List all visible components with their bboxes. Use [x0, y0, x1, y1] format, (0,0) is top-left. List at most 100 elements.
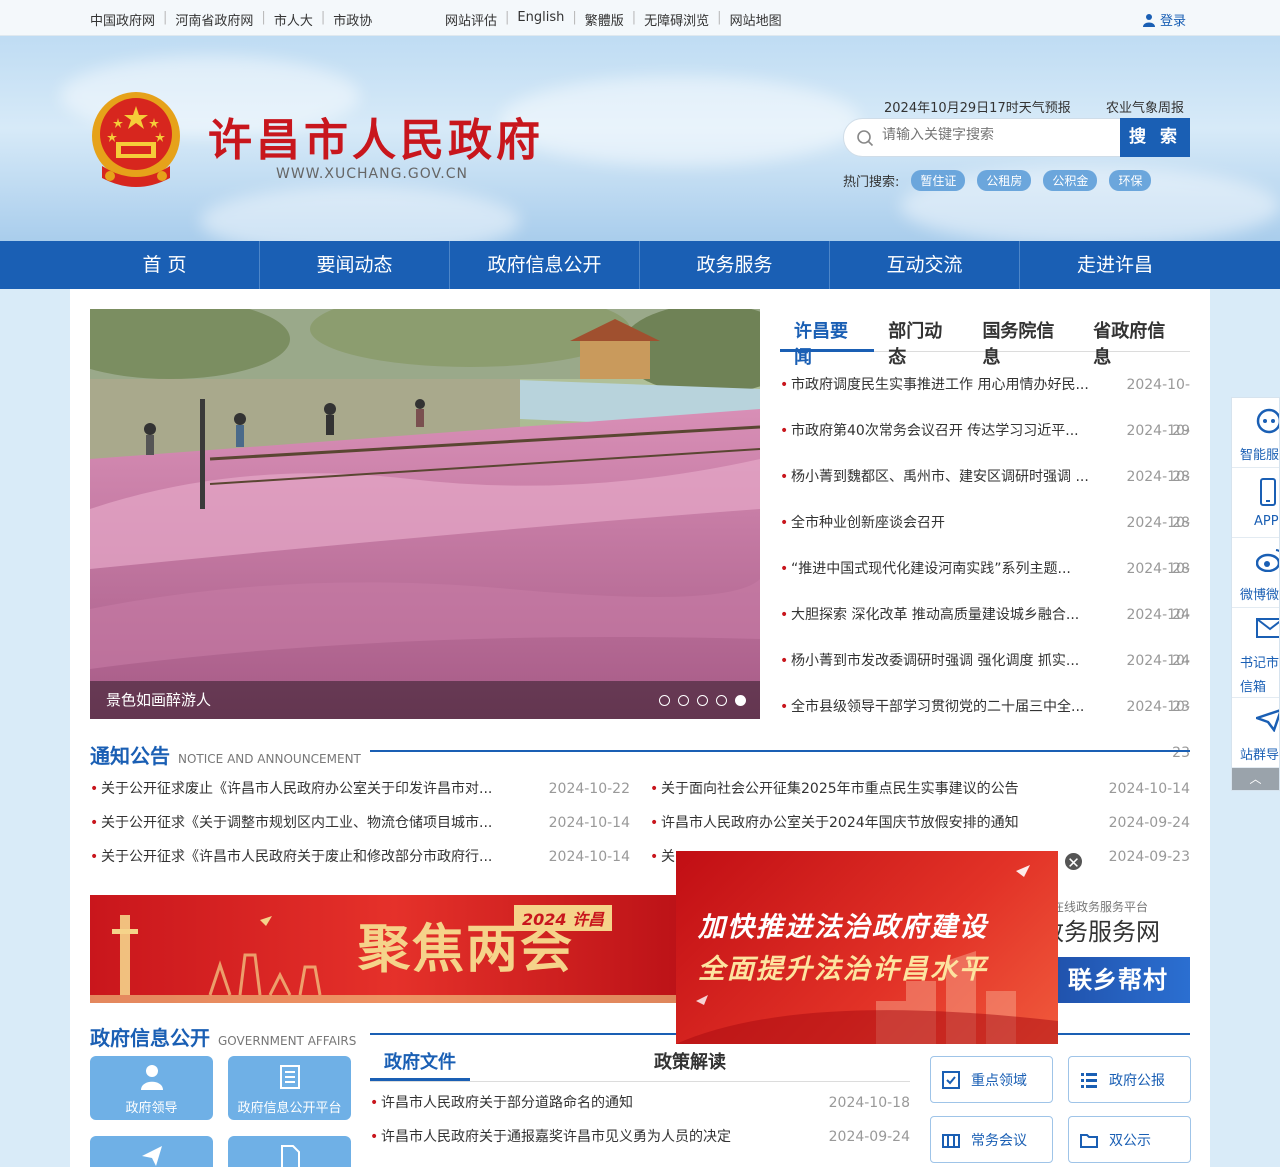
item-title[interactable]: 关于公开征求废止《许昌市人民政府办公室关于印发许昌市对... — [101, 772, 521, 806]
list-item[interactable]: • 关于公开征求《关于调整市规划区内工业、物流仓储项目城市... 2024-10-1… — [90, 806, 630, 840]
main-nav: 首 页 要闻动态 政府信息公开 政务服务 互动交流 走进许昌 — [0, 241, 1280, 289]
tile-info-platform[interactable]: 政府信息公开平台 — [228, 1056, 351, 1120]
item-title[interactable]: 许昌市人民政府办公室关于2024年国庆节放假安排的通知 — [661, 806, 1081, 840]
bullet-icon: • — [780, 699, 789, 715]
item-title[interactable]: 市政府第40次常务会议召开 传达学习习近平... — [791, 408, 1111, 454]
item-title[interactable]: 关于公开征求《关于调整市规划区内工业、物流仓储项目城市... — [101, 806, 521, 840]
slider-dot[interactable] — [697, 695, 708, 706]
login-link[interactable]: 登录 — [1142, 10, 1186, 29]
list-item[interactable]: • 市政府第40次常务会议召开 传达学习习近平... 2024-10-28 — [780, 408, 1190, 485]
hot-tag-residence[interactable]: 暂住证 — [911, 170, 966, 191]
item-title[interactable]: 许昌市人民政府关于部分道路命名的通知 — [381, 1086, 801, 1120]
quick-double-publicity[interactable]: 双公示 — [1068, 1116, 1191, 1163]
list-item[interactable]: • 杨小菁到魏都区、禹州市、建安区调研时强调 ... 2024-10-28 — [780, 454, 1190, 531]
list-item[interactable]: • 市政府调度民生实事推进工作 用心用情办好民... 2024-10-29 — [780, 362, 1190, 439]
slider-dot[interactable] — [716, 695, 727, 706]
float-label: 智能服 — [1240, 448, 1279, 463]
tab-department-news[interactable]: 部门动态 — [874, 309, 968, 368]
slider-dots — [659, 695, 746, 706]
tile-gov-leaders[interactable]: 政府领导 — [90, 1056, 213, 1120]
bullet-icon: • — [780, 653, 789, 669]
tile-send[interactable] — [90, 1136, 213, 1167]
popup-close-icon[interactable]: ✕ — [1063, 851, 1084, 872]
float-site-nav[interactable]: 站群导 — [1232, 698, 1279, 768]
item-date: 2024-10-23 — [1126, 653, 1190, 715]
item-title[interactable]: 全市县级领导干部学习贯彻党的二十届三中全... — [791, 684, 1111, 730]
list-item[interactable]: • 关于公开征求废止《许昌市人民政府办公室关于印发许昌市对... 2024-10-2… — [90, 772, 630, 806]
hot-search: 热门搜索: 暂住证 公租房 公积金 环保 — [843, 170, 1152, 191]
service-banner[interactable]: 联乡帮村 — [1040, 957, 1190, 1003]
send-icon — [141, 1146, 162, 1166]
tab-gov-documents[interactable]: 政府文件 — [370, 1043, 470, 1081]
list-item[interactable]: • 全市县级领导干部学习贯彻党的二十届三中全... 2024-10-23 — [780, 684, 1190, 761]
link-npc[interactable]: 市人大 — [274, 10, 313, 29]
list-item[interactable]: • 全市种业创新座谈会召开 2024-10-28 — [780, 500, 1190, 577]
slider-dot[interactable] — [678, 695, 689, 706]
tab-state-council[interactable]: 国务院信息 — [968, 309, 1079, 368]
hot-tag-public-housing[interactable]: 公租房 — [977, 170, 1032, 191]
weather-link[interactable]: 2024年10月29日17时天气预报 — [884, 97, 1071, 116]
quick-key-areas[interactable]: 重点领域 — [930, 1056, 1053, 1103]
link-henan-gov[interactable]: 河南省政府网 — [175, 10, 253, 29]
list-item[interactable]: • 杨小菁到市发改委调研时强调 强化调度 抓实... 2024-10-23 — [780, 638, 1190, 715]
login-label: 登录 — [1160, 14, 1187, 29]
item-title[interactable]: 许昌市人民政府关于通报嘉奖许昌市见义勇为人员的决定 — [381, 1120, 801, 1154]
hot-tag-housing-fund[interactable]: 公积金 — [1043, 170, 1098, 191]
link-english[interactable]: English — [517, 10, 564, 29]
tab-xuchang-news[interactable]: 许昌要闻 — [780, 309, 875, 368]
item-title[interactable]: 大胆探索 深化改革 推动高质量建设城乡融合... — [791, 592, 1111, 638]
doc-list: • 许昌市人民政府关于部分道路命名的通知 2024-10-18 • 许昌市人民政府关于通… — [370, 1086, 910, 1154]
list-item[interactable]: • 关于公开征求《许昌市人民政府关于废止和修改部分市政府行... 2024-10-1… — [90, 840, 630, 874]
tab-policy-interpretation[interactable]: 政策解读 — [640, 1043, 740, 1081]
search-input[interactable] — [882, 127, 1112, 143]
search-button[interactable]: 搜 索 — [1120, 118, 1190, 157]
item-title[interactable]: 关于面向社会公开征集2025年市重点民生实事建议的公告 — [661, 772, 1081, 806]
slider-dot-active[interactable] — [735, 695, 746, 706]
hot-tag-environment[interactable]: 环保 — [1109, 170, 1152, 191]
nav-services[interactable]: 政务服务 — [640, 241, 830, 289]
nav-home[interactable]: 首 页 — [70, 241, 260, 289]
item-title[interactable]: 市政府调度民生实事推进工作 用心用情办好民... — [791, 362, 1111, 408]
quick-gov-gazette[interactable]: 政府公报 — [1068, 1056, 1191, 1103]
list-item[interactable]: • 大胆探索 深化改革 推动高质量建设城乡融合... 2024-10-24 — [780, 592, 1190, 669]
nav-about[interactable]: 走进许昌 — [1020, 241, 1210, 289]
nav-news[interactable]: 要闻动态 — [260, 241, 450, 289]
list-item[interactable]: • 许昌市人民政府关于通报嘉奖许昌市见义勇为人员的决定 2024-09-24 — [370, 1120, 910, 1154]
nav-gov-info[interactable]: 政府信息公开 — [450, 241, 640, 289]
list-item[interactable]: • “推进中国式现代化建设河南实践”系列主题... 2024-10-24 — [780, 546, 1190, 623]
nav-interaction[interactable]: 互动交流 — [830, 241, 1020, 289]
govinfo-title-en: GOVERNMENT AFFAIRS — [218, 1034, 357, 1048]
link-sitemap[interactable]: 网站地图 — [730, 10, 782, 29]
float-weibo[interactable]: 微博微 — [1232, 538, 1279, 608]
promo-popup[interactable]: 加快推进法治政府建设 全面提升法治许昌水平 — [676, 851, 1058, 1044]
link-site-eval[interactable]: 网站评估 — [445, 10, 497, 29]
item-title[interactable]: 杨小菁到魏都区、禹州市、建安区调研时强调 ... — [791, 454, 1111, 500]
slider-dot[interactable] — [659, 695, 670, 706]
scroll-top-icon[interactable]: ︿ — [1232, 768, 1279, 790]
bullet-icon: • — [370, 1095, 379, 1111]
float-mailbox[interactable]: 书记市长信箱 — [1232, 608, 1279, 698]
list-item[interactable]: • 许昌市人民政府办公室关于2024年国庆节放假安排的通知 2024-09-24 — [650, 806, 1190, 840]
item-date: 2024-09-24 — [1108, 815, 1190, 831]
tile-file[interactable] — [228, 1136, 351, 1167]
list-item[interactable]: • 许昌市人民政府关于部分道路命名的通知 2024-10-18 — [370, 1086, 910, 1120]
agri-weather-link[interactable]: 农业气象周报 — [1106, 97, 1184, 116]
item-title[interactable]: 关于公开征求《许昌市人民政府关于废止和修改部分市政府行... — [101, 840, 521, 874]
float-smart-service[interactable]: 智能服 — [1232, 398, 1279, 468]
photo-slider[interactable]: 景色如画醉游人 — [90, 309, 760, 719]
service-title[interactable]: 政务服务网 — [1040, 912, 1160, 947]
link-traditional[interactable]: 繁體版 — [585, 10, 624, 29]
item-title[interactable]: 全市种业创新座谈会召开 — [791, 500, 1111, 546]
link-cppcc[interactable]: 市政协 — [333, 10, 372, 29]
list-item[interactable]: • 关于面向社会公开征集2025年市重点民生实事建议的公告 2024-10-14 — [650, 772, 1190, 806]
two-sessions-banner[interactable]: 聚焦两会 2024 许昌 — [90, 895, 700, 1003]
quick-executive-meeting[interactable]: 常务会议 — [930, 1116, 1053, 1163]
link-accessibility[interactable]: 无障碍浏览 — [644, 10, 709, 29]
doc-tabs: 政府文件 政策解读 — [370, 1043, 910, 1081]
item-title[interactable]: “推进中国式现代化建设河南实践”系列主题... — [791, 546, 1111, 592]
tab-province-info[interactable]: 省政府信息 — [1079, 309, 1190, 368]
item-date: 2024-10-18 — [828, 1095, 910, 1111]
item-title[interactable]: 杨小菁到市发改委调研时强调 强化调度 抓实... — [791, 638, 1111, 684]
float-app[interactable]: APP — [1232, 468, 1279, 538]
link-gov-cn[interactable]: 中国政府网 — [90, 10, 155, 29]
